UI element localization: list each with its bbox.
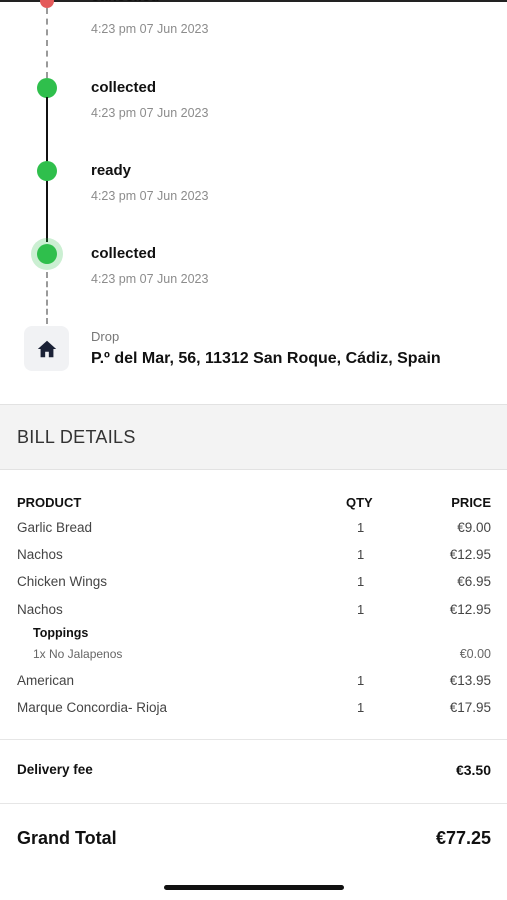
bill-details-header: BILL DETAILS bbox=[0, 404, 507, 470]
grand-total-value: €77.25 bbox=[435, 828, 491, 848]
column-header-price: PRICE bbox=[451, 495, 491, 510]
item-name: Nachos bbox=[17, 602, 63, 617]
timeline-time: 4:23 pm 07 Jun 2023 bbox=[91, 272, 209, 286]
drop-address: P.º del Mar, 56, 11312 San Roque, Cádiz,… bbox=[91, 350, 441, 367]
grand-total-label: Grand Total bbox=[17, 828, 117, 848]
item-name: Nachos bbox=[17, 547, 63, 562]
home-icon bbox=[37, 340, 56, 357]
divider bbox=[0, 803, 507, 804]
column-header-qty: QTY bbox=[346, 495, 373, 510]
topping-price: €0.00 bbox=[459, 647, 491, 661]
bill-item-row: American 1 €13.95 bbox=[0, 673, 507, 695]
home-indicator-bar[interactable] bbox=[164, 885, 344, 890]
bill-item-row: Nachos 1 €12.95 bbox=[0, 602, 507, 624]
item-price: €12.95 bbox=[449, 602, 491, 617]
bill-item-row: Garlic Bread 1 €9.00 bbox=[0, 520, 507, 542]
item-qty: 1 bbox=[357, 547, 365, 562]
item-price: €13.95 bbox=[449, 673, 491, 688]
item-qty: 1 bbox=[357, 520, 365, 535]
delivery-fee-label: Delivery fee bbox=[17, 762, 93, 777]
timeline-status: ready bbox=[91, 162, 132, 179]
timeline-time: 4:23 pm 07 Jun 2023 bbox=[91, 189, 209, 203]
bill-item-row: Marque Concordia- Rioja 1 €17.95 bbox=[0, 700, 507, 722]
item-name: Garlic Bread bbox=[17, 520, 93, 535]
bill-item-row: Chicken Wings 1 €6.95 bbox=[0, 574, 507, 596]
timeline-connector-dashed bbox=[46, 272, 48, 324]
divider bbox=[0, 739, 507, 740]
item-price: €12.95 bbox=[449, 547, 491, 562]
item-price: €6.95 bbox=[457, 574, 491, 589]
timeline-time: 4:23 pm 07 Jun 2023 bbox=[91, 22, 209, 36]
topping-name: 1x No Jalapenos bbox=[33, 647, 123, 661]
timeline-status-cancelled: cancelled bbox=[91, 0, 159, 5]
drop-label: Drop bbox=[91, 329, 120, 344]
item-qty: 1 bbox=[357, 700, 365, 715]
order-timeline: cancelled 4:23 pm 07 Jun 2023 collected … bbox=[0, 0, 507, 400]
item-name: American bbox=[17, 673, 75, 688]
topping-row: 1x No Jalapenos €0.00 bbox=[0, 647, 507, 669]
item-price: €17.95 bbox=[449, 700, 491, 715]
item-name: Chicken Wings bbox=[17, 574, 108, 589]
item-price: €9.00 bbox=[457, 520, 491, 535]
item-name: Marque Concordia- Rioja bbox=[17, 700, 168, 715]
cancelled-status-dot bbox=[40, 0, 54, 8]
timeline-status: collected bbox=[91, 245, 157, 262]
status-dot bbox=[37, 161, 57, 181]
column-header-product: PRODUCT bbox=[17, 495, 82, 510]
delivery-fee-value: €3.50 bbox=[455, 762, 491, 778]
status-dot-current bbox=[37, 244, 57, 264]
item-qty: 1 bbox=[357, 602, 365, 617]
timeline-status: collected bbox=[91, 79, 157, 96]
status-dot bbox=[37, 78, 57, 98]
timeline-time: 4:23 pm 07 Jun 2023 bbox=[91, 106, 209, 120]
bill-item-row: Nachos 1 €12.95 bbox=[0, 547, 507, 569]
item-qty: 1 bbox=[357, 673, 365, 688]
timeline-connector-dashed bbox=[46, 8, 48, 78]
drop-location-badge bbox=[24, 326, 69, 371]
toppings-label: Toppings bbox=[33, 626, 89, 640]
bill-details-title: BILL DETAILS bbox=[17, 427, 136, 447]
item-qty: 1 bbox=[357, 574, 365, 589]
